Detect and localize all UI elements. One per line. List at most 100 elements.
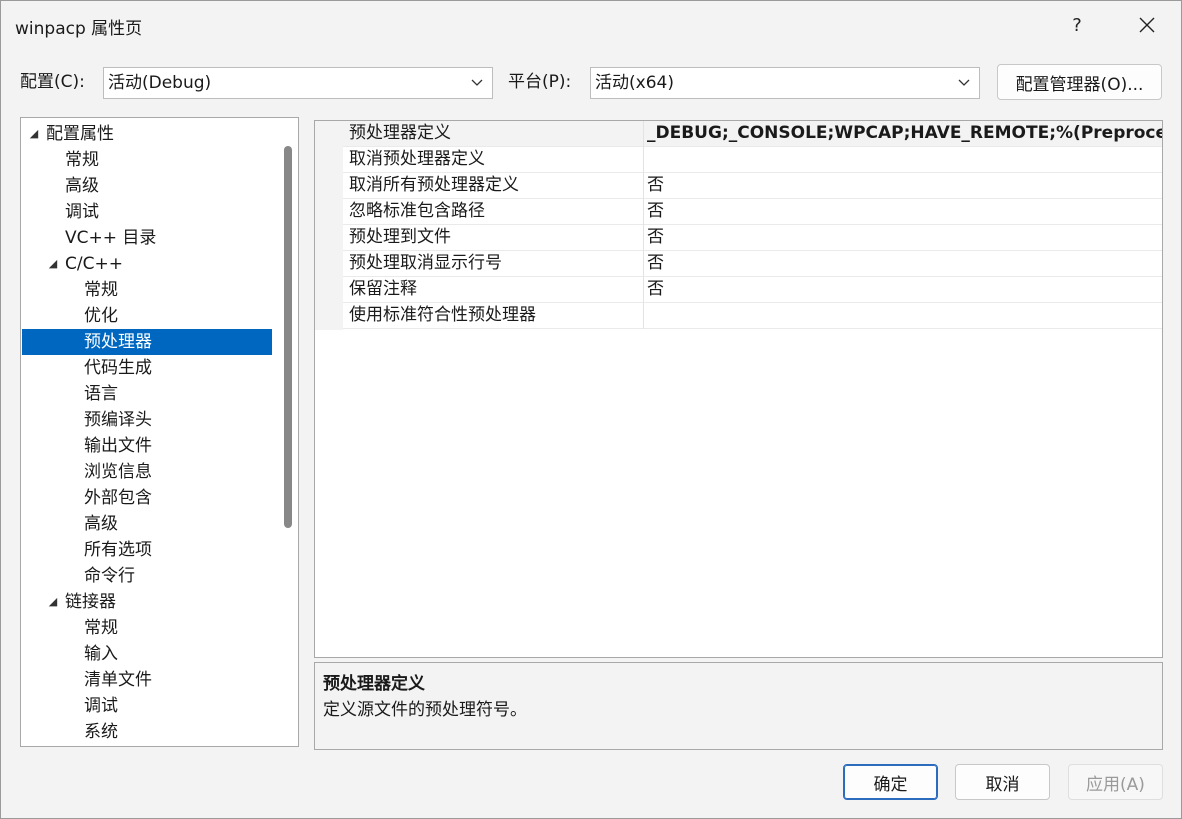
help-icon: ? — [1072, 14, 1082, 36]
grid-margin — [315, 121, 343, 330]
tree-item[interactable]: 常规 — [22, 615, 272, 641]
column-divider — [643, 225, 644, 251]
tree-item-label: 高级 — [65, 176, 99, 196]
platform-label: 平台(P): — [508, 72, 572, 92]
tree-item-label: 清单文件 — [84, 670, 152, 690]
property-row[interactable]: 取消所有预处理器定义 否 — [343, 173, 1162, 199]
tree-item[interactable]: 常规 — [22, 277, 272, 303]
category-tree: ◢ 配置属性 常规 高级 调试 VC++ 目录 ◢ C/C++ 常规 优化 预处理器 代码生成 语言 预编… — [20, 117, 299, 747]
config-select-value: 活动(Debug) — [108, 73, 212, 93]
property-name: 保留注释 — [349, 279, 417, 299]
tree-item-label: 预编译头 — [84, 410, 152, 430]
tree-item[interactable]: 所有选项 — [22, 537, 272, 563]
property-name: 预处理到文件 — [349, 227, 451, 247]
property-row[interactable]: 预处理到文件 否 — [343, 225, 1162, 251]
property-row[interactable]: 保留注释 否 — [343, 277, 1162, 303]
cancel-button[interactable]: 取消 — [955, 764, 1050, 800]
tree-item[interactable]: 常规 — [22, 147, 272, 173]
tree-item[interactable]: ◢ 配置属性 — [22, 121, 272, 147]
chevron-down-icon — [470, 68, 484, 98]
collapse-arrow-icon[interactable]: ◢ — [46, 589, 60, 615]
tree-item-label: 命令行 — [84, 566, 135, 586]
tree-item-label: 配置属性 — [46, 124, 114, 144]
tree-item[interactable]: VC++ 目录 — [22, 225, 272, 251]
property-value[interactable]: 否 — [647, 251, 664, 276]
tree-item[interactable]: 高级 — [22, 511, 272, 537]
property-row[interactable]: 使用标准符合性预处理器 — [343, 303, 1162, 329]
platform-select-value: 活动(x64) — [595, 73, 674, 93]
property-name: 取消所有预处理器定义 — [349, 175, 519, 195]
tree-item-label: 浏览信息 — [84, 462, 152, 482]
column-divider — [643, 173, 644, 199]
help-button[interactable]: ? — [1057, 9, 1097, 41]
property-row[interactable]: 预处理取消显示行号 否 — [343, 251, 1162, 277]
tree-item-label: 外部包含 — [84, 488, 152, 508]
tree-scrollbar-thumb[interactable] — [284, 146, 292, 528]
property-name: 使用标准符合性预处理器 — [349, 305, 536, 325]
property-name: 预处理器定义 — [349, 123, 451, 143]
platform-select[interactable]: 活动(x64) — [590, 67, 980, 99]
tree-item[interactable]: 调试 — [22, 693, 272, 719]
tree-item[interactable]: 调试 — [22, 199, 272, 225]
tree-item-label: 预处理器 — [84, 332, 152, 352]
tree-item[interactable]: 高级 — [22, 173, 272, 199]
close-button[interactable] — [1127, 9, 1167, 41]
property-value[interactable]: 否 — [647, 225, 664, 250]
tree-item[interactable]: 预处理器 — [22, 329, 272, 355]
tree-item[interactable]: 代码生成 — [22, 355, 272, 381]
property-grid: 预处理器定义 _DEBUG;_CONSOLE;WPCAP;HAVE_REMOTE;… — [314, 120, 1163, 658]
tree-item[interactable]: 语言 — [22, 381, 272, 407]
tree-item-label: 所有选项 — [84, 540, 152, 560]
tree-item[interactable]: 清单文件 — [22, 667, 272, 693]
collapse-arrow-icon[interactable]: ◢ — [46, 251, 60, 277]
property-name: 预处理取消显示行号 — [349, 253, 502, 273]
close-icon — [1139, 17, 1155, 33]
description-panel: 预处理器定义 定义源文件的预处理符号。 — [314, 662, 1163, 750]
column-divider — [643, 251, 644, 277]
property-row[interactable]: 预处理器定义 _DEBUG;_CONSOLE;WPCAP;HAVE_REMOTE;… — [343, 121, 1162, 147]
property-value[interactable]: 否 — [647, 277, 664, 302]
collapse-arrow-icon[interactable]: ◢ — [27, 121, 41, 147]
tree-item-label: 链接器 — [65, 592, 116, 612]
tree-item-label: C/C++ — [65, 254, 123, 274]
column-divider — [643, 121, 644, 147]
property-value[interactable]: 否 — [647, 173, 664, 198]
tree-item[interactable]: 系统 — [22, 719, 272, 745]
tree-item[interactable]: ◢ C/C++ — [22, 251, 272, 277]
tree-item[interactable]: 浏览信息 — [22, 459, 272, 485]
property-row[interactable]: 取消预处理器定义 — [343, 147, 1162, 173]
column-divider — [643, 303, 644, 329]
tree-item[interactable]: 命令行 — [22, 563, 272, 589]
tree-item-label: 优化 — [84, 306, 118, 326]
tree-item-label: VC++ 目录 — [65, 228, 157, 248]
tree-item[interactable]: 外部包含 — [22, 485, 272, 511]
tree-item-label: 代码生成 — [84, 358, 152, 378]
configuration-manager-button[interactable]: 配置管理器(O)... — [997, 64, 1162, 100]
property-value[interactable]: 否 — [647, 199, 664, 224]
tree-item-label: 语言 — [84, 384, 118, 404]
tree-item-label: 输入 — [84, 644, 118, 664]
ok-button[interactable]: 确定 — [843, 764, 938, 800]
config-select[interactable]: 活动(Debug) — [103, 67, 493, 99]
tree-item[interactable]: 预编译头 — [22, 407, 272, 433]
tree-item-label: 系统 — [84, 722, 118, 742]
property-value[interactable]: _DEBUG;_CONSOLE;WPCAP;HAVE_REMOTE;%(Prep… — [647, 121, 1162, 146]
column-divider — [643, 277, 644, 303]
property-row[interactable]: 忽略标准包含路径 否 — [343, 199, 1162, 225]
description-title: 预处理器定义 — [323, 674, 425, 694]
tree-item-label: 高级 — [84, 514, 118, 534]
tree-item-label: 常规 — [65, 150, 99, 170]
column-divider — [643, 199, 644, 225]
tree-item-label: 常规 — [84, 280, 118, 300]
property-name: 忽略标准包含路径 — [349, 201, 485, 221]
tree-item[interactable]: 优化 — [22, 303, 272, 329]
apply-button[interactable]: 应用(A) — [1068, 764, 1163, 800]
tree-item[interactable]: 输出文件 — [22, 433, 272, 459]
config-label: 配置(C): — [20, 72, 85, 92]
tree-item-label: 调试 — [65, 202, 99, 222]
tree-item[interactable]: ◢ 链接器 — [22, 589, 272, 615]
tree-scrollbar[interactable] — [276, 118, 298, 746]
title-bar: winpacp 属性页 ? — [1, 1, 1181, 49]
tree-item[interactable]: 输入 — [22, 641, 272, 667]
tree-item-label: 常规 — [84, 618, 118, 638]
